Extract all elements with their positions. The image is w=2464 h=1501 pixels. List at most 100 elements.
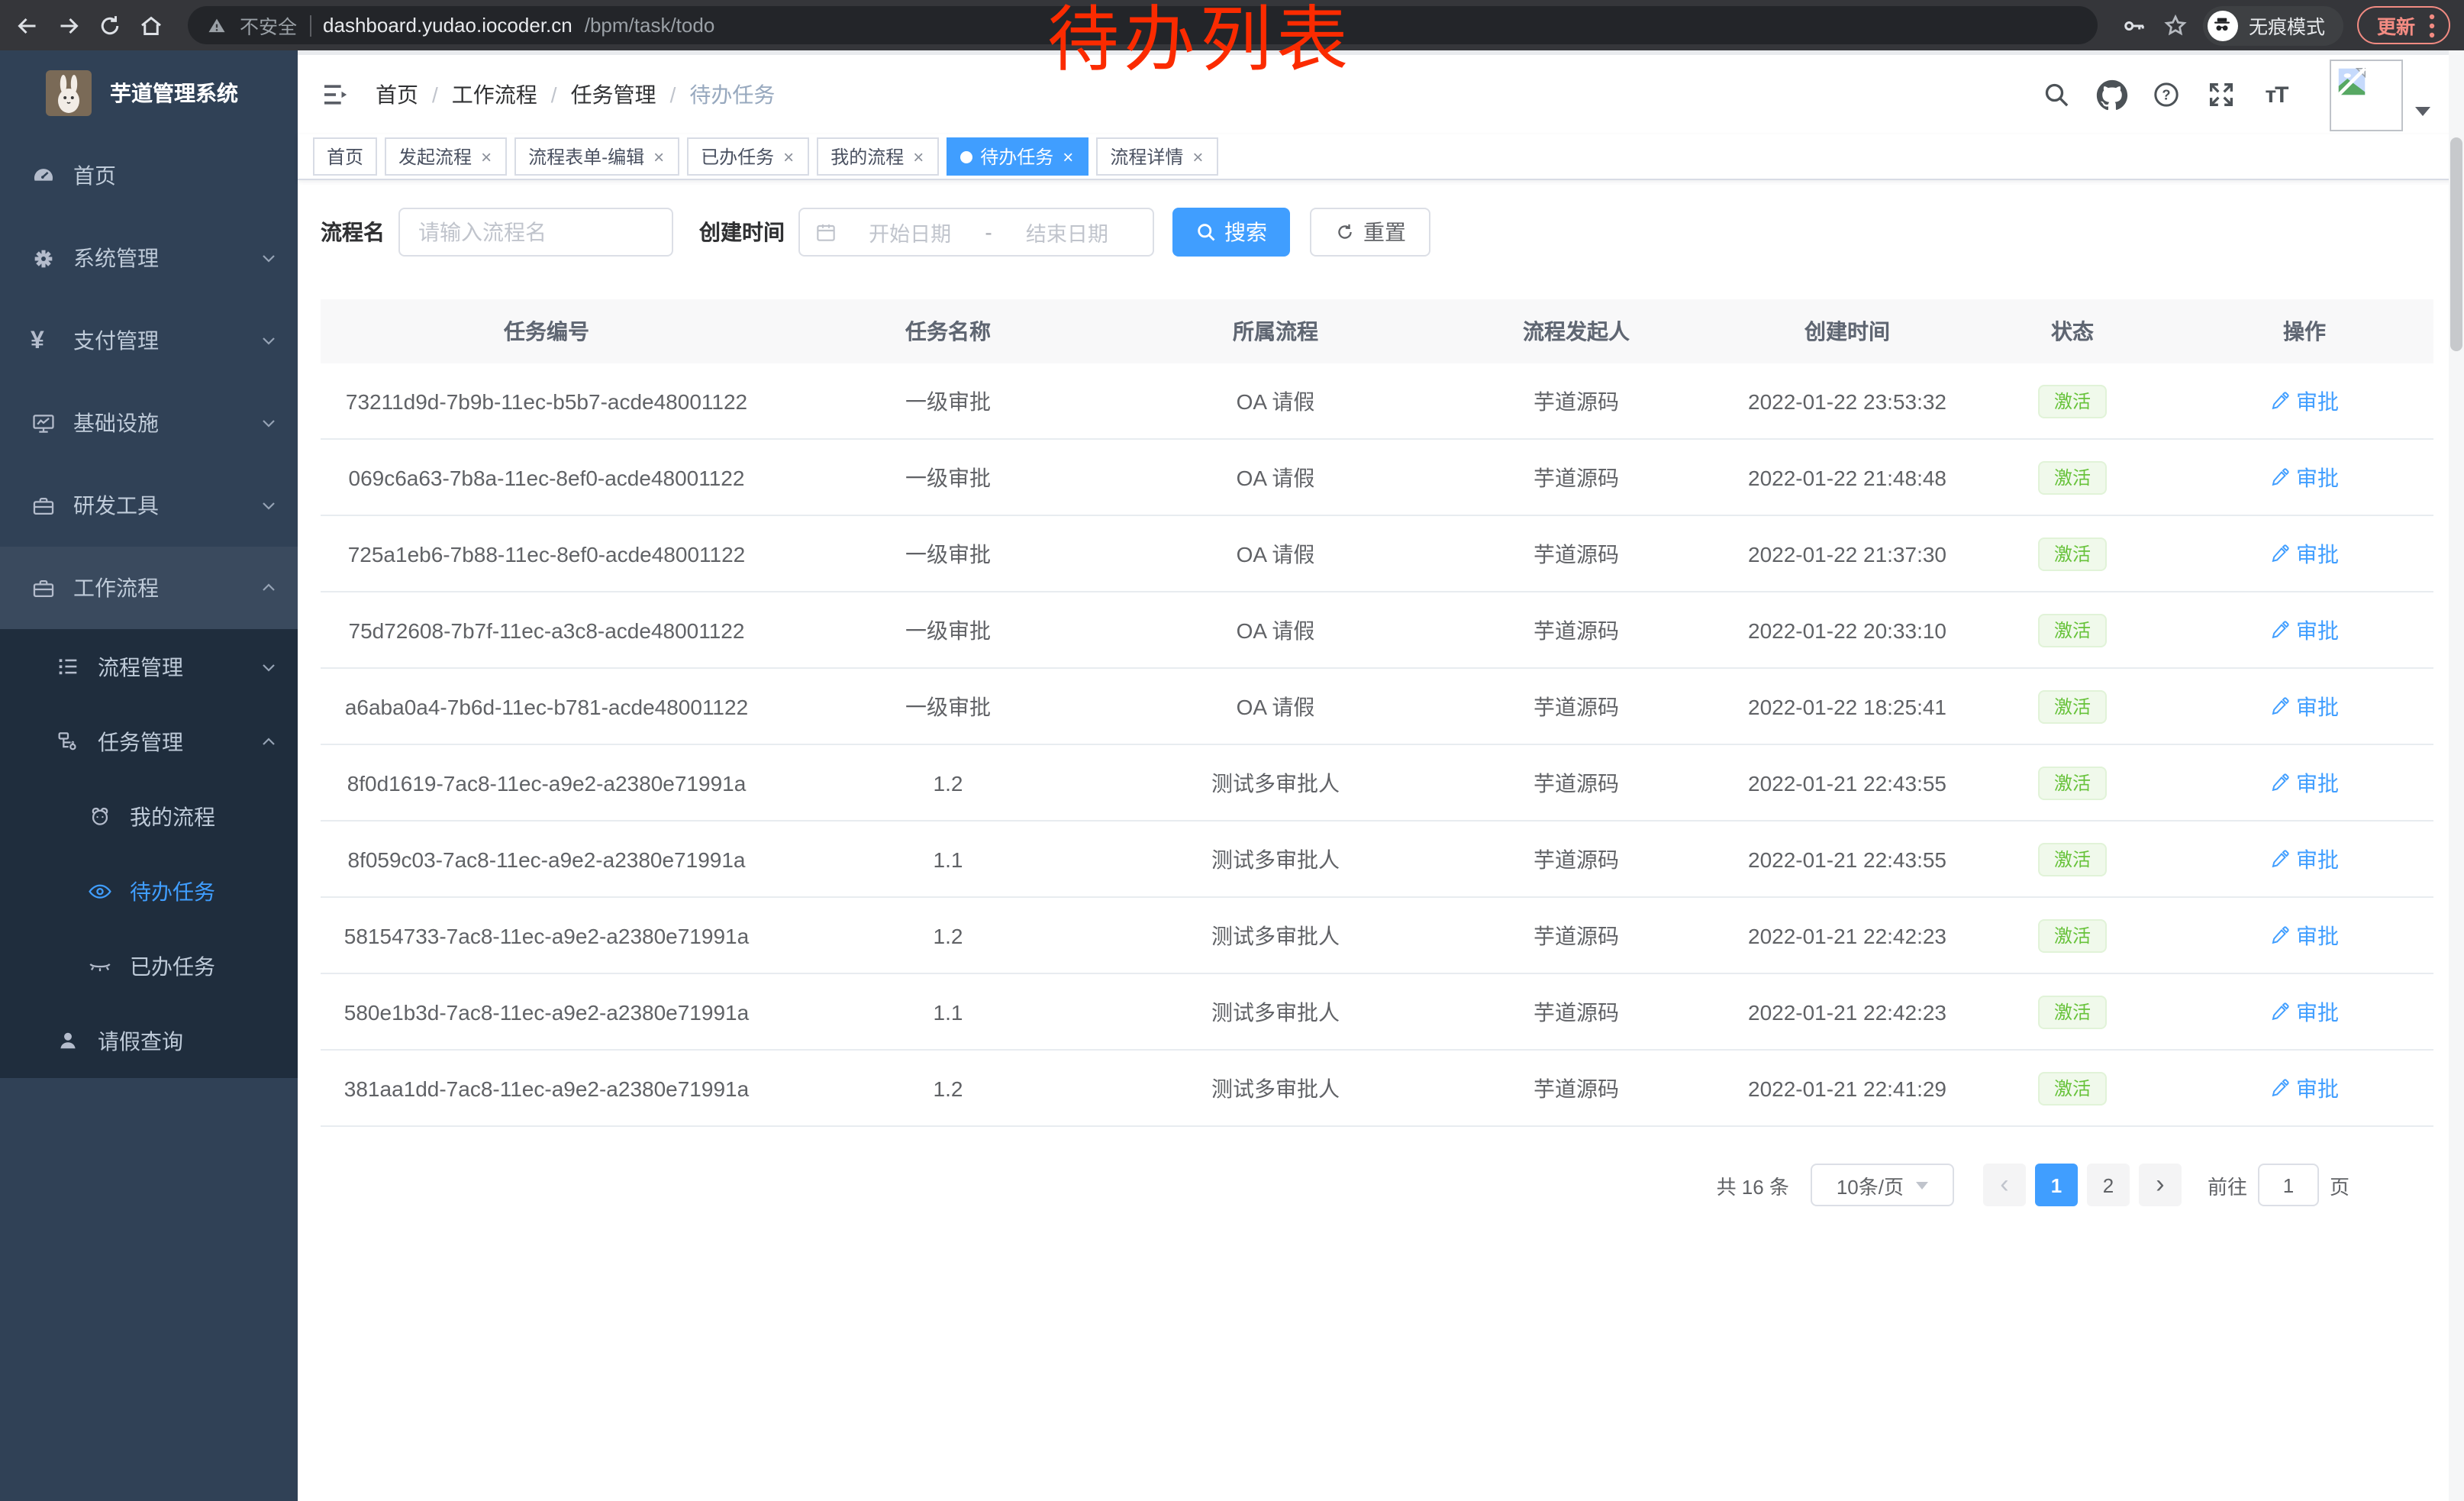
start-date-placeholder[interactable]: 开始日期 <box>838 217 982 247</box>
app-logo[interactable]: 芋道管理系统 <box>0 50 298 134</box>
breadcrumb-workflow[interactable]: 工作流程 <box>452 79 537 110</box>
sidebar-item-9[interactable]: 待办任务 <box>0 854 298 928</box>
sidebar-item-8[interactable]: 我的流程 <box>0 779 298 854</box>
cell-status: 激活 <box>1969 515 2175 592</box>
close-icon[interactable]: × <box>1191 146 1205 167</box>
page-body: 芋道管理系统 首页系统管理¥支付管理基础设施研发工具工作流程流程管理任务管理我的… <box>0 50 2464 1501</box>
cell-action: 审批 <box>2175 439 2433 515</box>
goto-page-input[interactable] <box>2258 1164 2319 1206</box>
date-range-separator: - <box>982 220 995 244</box>
table-row: 73211d9d-7b9b-11ec-b5b7-acde48001122一级审批… <box>321 363 2433 439</box>
close-icon[interactable]: × <box>782 146 795 167</box>
scrollbar-thumb[interactable] <box>2450 137 2462 351</box>
user-avatar[interactable] <box>2330 59 2403 131</box>
chevron-up-icon <box>260 732 278 750</box>
sidebar-item-3[interactable]: 基础设施 <box>0 382 298 464</box>
url-host[interactable]: dashboard.yudao.iocoder.cn <box>323 14 572 37</box>
forward-icon[interactable] <box>55 11 82 39</box>
close-icon[interactable]: × <box>1061 146 1075 167</box>
close-icon[interactable]: × <box>911 146 925 167</box>
sidebar-item-4[interactable]: 研发工具 <box>0 464 298 547</box>
back-icon[interactable] <box>14 11 41 39</box>
cell-action: 审批 <box>2175 744 2433 821</box>
process-name-label: 流程名 <box>321 217 385 247</box>
bookmark-star-icon[interactable] <box>2162 11 2189 39</box>
security-warning-icon[interactable] <box>206 15 227 36</box>
page-button-2[interactable]: 2 <box>2087 1164 2130 1206</box>
search-icon[interactable] <box>2040 78 2073 111</box>
approve-link[interactable]: 审批 <box>2270 462 2339 492</box>
collapse-sidebar-icon[interactable] <box>321 79 351 110</box>
tab-6[interactable]: 流程详情× <box>1096 137 1218 176</box>
sidebar-item-0[interactable]: 首页 <box>0 134 298 217</box>
pencil-icon <box>2270 1002 2290 1022</box>
update-button[interactable]: 更新 <box>2357 6 2450 44</box>
breadcrumb-task-mgmt[interactable]: 任务管理 <box>571 79 656 110</box>
end-date-placeholder[interactable]: 结束日期 <box>995 217 1139 247</box>
cell-action: 审批 <box>2175 668 2433 744</box>
sidebar-item-2[interactable]: ¥支付管理 <box>0 299 298 382</box>
pencil-icon <box>2270 620 2290 640</box>
cell-status: 激活 <box>1969 439 2175 515</box>
address-bar[interactable]: 不安全 dashboard.yudao.iocoder.cn/bpm/task/… <box>188 6 2098 44</box>
next-page-button[interactable]: › <box>2139 1164 2182 1206</box>
url-path[interactable]: /bpm/task/todo <box>585 14 715 37</box>
cell-task-id: a6aba0a4-7b6d-11ec-b781-acde48001122 <box>321 668 772 744</box>
search-button[interactable]: 搜索 <box>1172 208 1290 257</box>
sidebar-item-label: 首页 <box>73 160 116 191</box>
date-range-picker[interactable]: 开始日期 - 结束日期 <box>798 208 1154 257</box>
tab-3[interactable]: 已办任务× <box>687 137 809 176</box>
tab-5[interactable]: 待办任务× <box>947 137 1088 176</box>
sidebar-item-1[interactable]: 系统管理 <box>0 217 298 299</box>
sidebar-item-10[interactable]: 已办任务 <box>0 928 298 1003</box>
close-icon[interactable]: × <box>652 146 666 167</box>
approve-link[interactable]: 审批 <box>2270 386 2339 416</box>
process-name-input[interactable] <box>398 208 673 257</box>
page-button-1[interactable]: 1 <box>2035 1164 2078 1206</box>
eye-closed-icon <box>87 953 113 979</box>
cell-task-name: 一级审批 <box>772 515 1124 592</box>
approve-link[interactable]: 审批 <box>2270 767 2339 798</box>
tab-2[interactable]: 流程表单-编辑× <box>514 137 679 176</box>
update-label[interactable]: 更新 <box>2377 11 2415 40</box>
font-size-icon[interactable]: ᴛT <box>2259 78 2293 111</box>
approve-link[interactable]: 审批 <box>2270 538 2339 569</box>
sidebar-item-11[interactable]: 请假查询 <box>0 1003 298 1078</box>
approve-link[interactable]: 审批 <box>2270 844 2339 874</box>
fullscreen-icon[interactable] <box>2204 78 2238 111</box>
key-icon[interactable] <box>2121 11 2148 39</box>
toolbox-icon <box>31 575 56 601</box>
page-size-select[interactable]: 10条/页 <box>1811 1164 1954 1206</box>
breadcrumb-separator: / <box>670 82 676 107</box>
approve-link[interactable]: 审批 <box>2270 920 2339 951</box>
prev-page-button[interactable]: ‹ <box>1983 1164 2026 1206</box>
avatar-dropdown-caret[interactable] <box>2415 107 2430 116</box>
tab-0[interactable]: 首页 <box>313 137 377 176</box>
sidebar-item-7[interactable]: 任务管理 <box>0 704 298 779</box>
column-header: 流程发起人 <box>1427 299 1725 363</box>
approve-link[interactable]: 审批 <box>2270 615 2339 645</box>
approve-link[interactable]: 审批 <box>2270 996 2339 1027</box>
pencil-icon <box>2270 1078 2290 1098</box>
sidebar-item-6[interactable]: 流程管理 <box>0 629 298 704</box>
table-row: 8f0d1619-7ac8-11ec-a9e2-a2380e71991a1.2测… <box>321 744 2433 821</box>
tab-1[interactable]: 发起流程× <box>385 137 507 176</box>
cell-process: OA 请假 <box>1124 439 1427 515</box>
column-header: 任务名称 <box>772 299 1124 363</box>
github-icon[interactable] <box>2095 78 2128 111</box>
reload-icon[interactable] <box>96 11 124 39</box>
breadcrumb-current: 待办任务 <box>689 79 775 110</box>
security-label[interactable]: 不安全 <box>240 11 297 40</box>
status-badge: 激活 <box>2039 689 2106 723</box>
chevron-down-icon <box>260 657 278 676</box>
help-icon[interactable]: ? <box>2150 78 2183 111</box>
close-icon[interactable]: × <box>479 146 493 167</box>
browser-toolbar: 不安全 dashboard.yudao.iocoder.cn/bpm/task/… <box>0 0 2464 50</box>
breadcrumb-home[interactable]: 首页 <box>376 79 418 110</box>
sidebar-item-5[interactable]: 工作流程 <box>0 547 298 629</box>
approve-link[interactable]: 审批 <box>2270 1073 2339 1103</box>
home-icon[interactable] <box>137 11 165 39</box>
approve-link[interactable]: 审批 <box>2270 691 2339 721</box>
reset-button[interactable]: 重置 <box>1310 208 1430 257</box>
tab-4[interactable]: 我的流程× <box>817 137 939 176</box>
